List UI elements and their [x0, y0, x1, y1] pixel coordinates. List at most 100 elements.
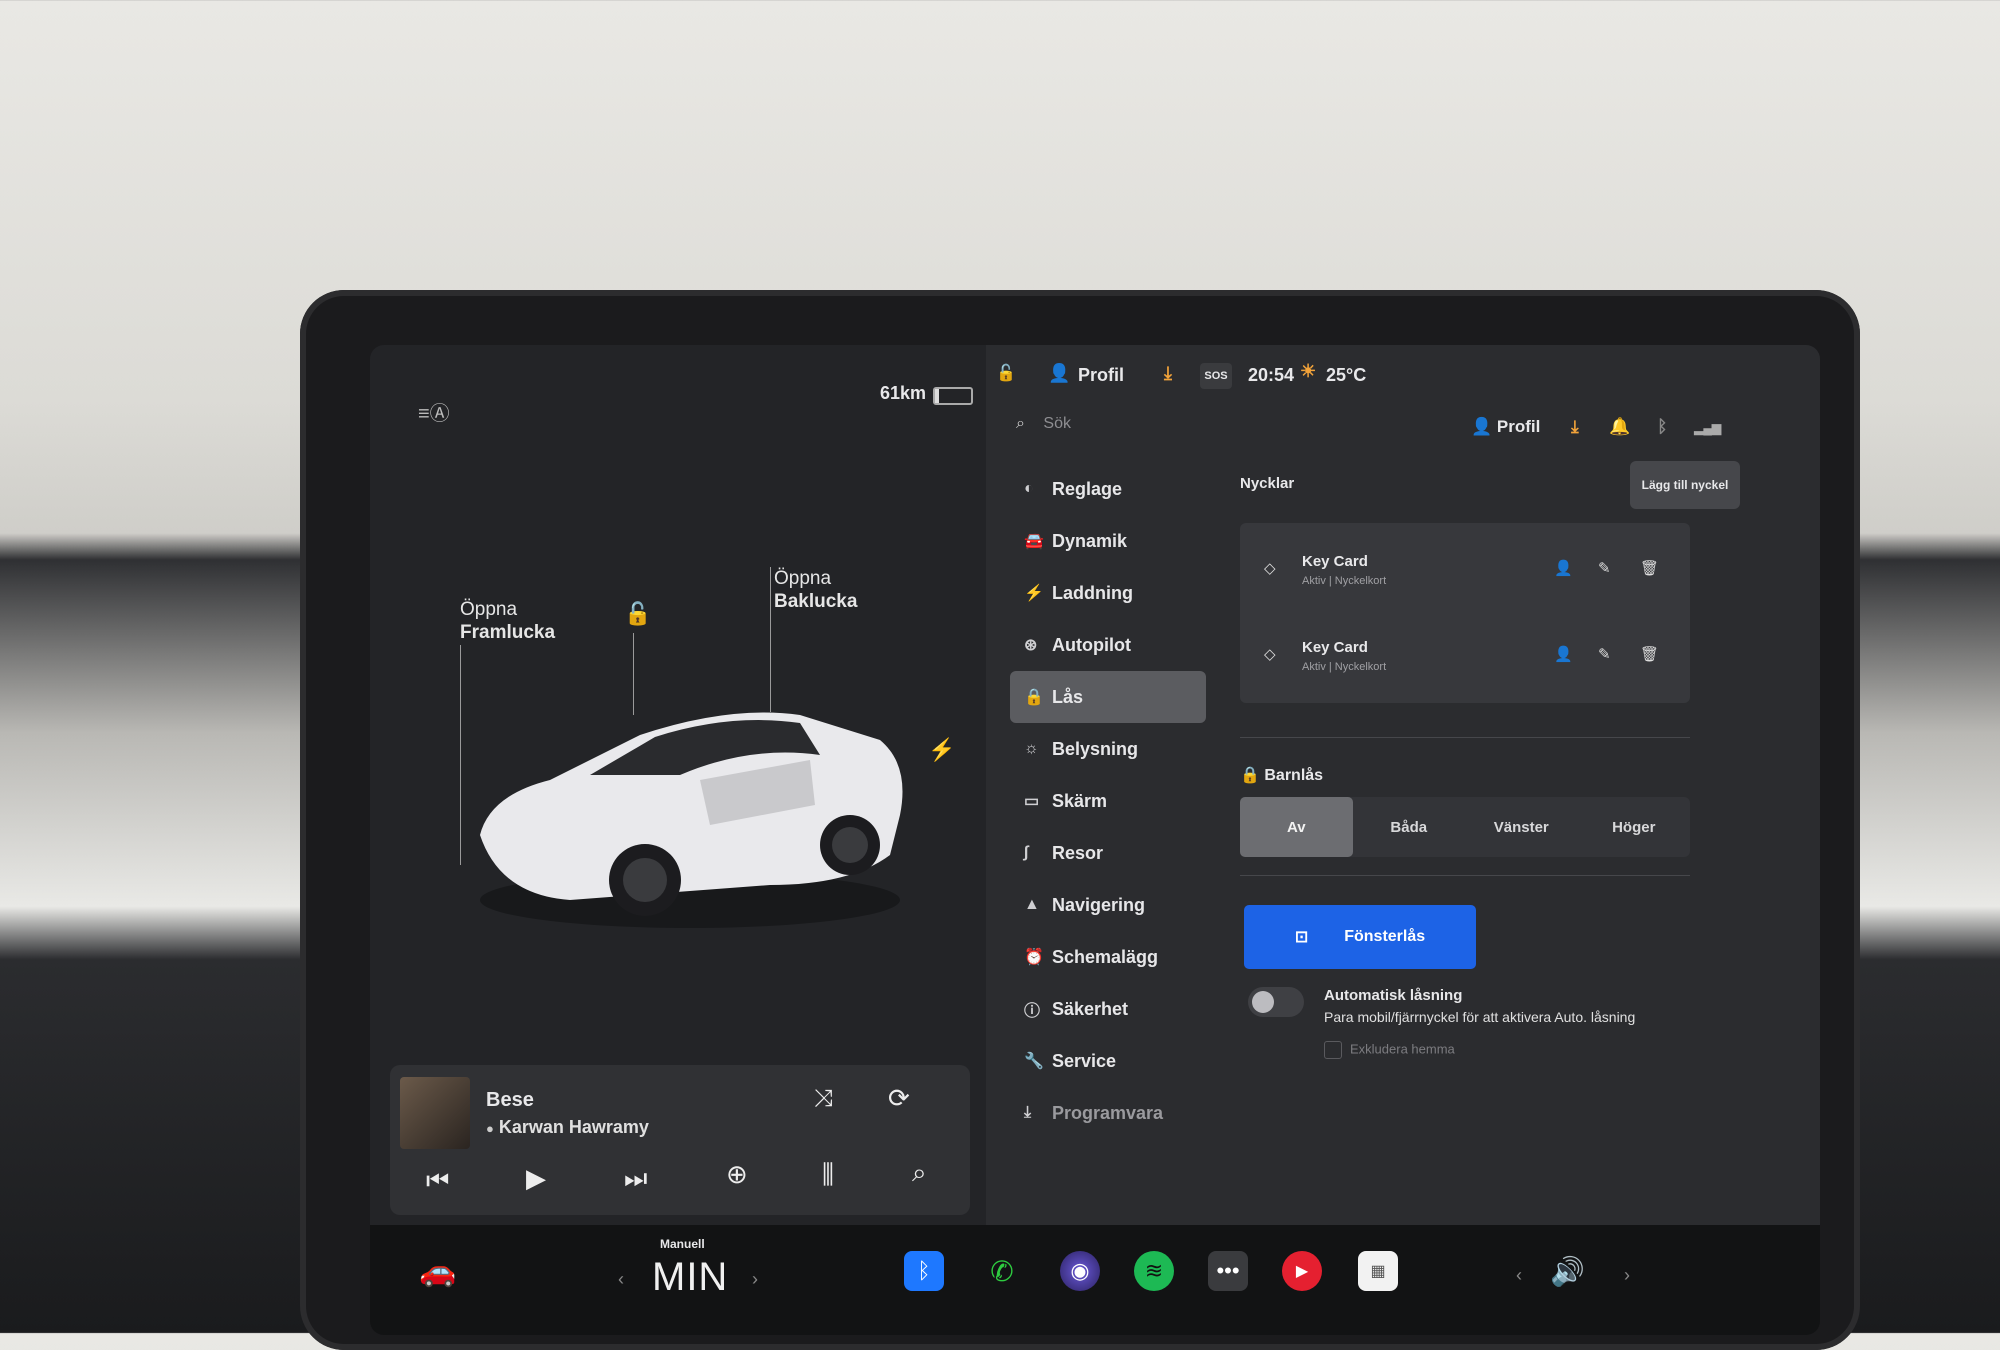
trash-icon[interactable]: 🗑 — [1640, 559, 1659, 577]
navigation-icon: ▲ — [1024, 896, 1040, 913]
menu-item-laddning[interactable]: ⚡ Laddning — [1010, 567, 1206, 619]
open-frunk-button[interactable]: Öppna Framlucka — [460, 598, 555, 644]
clock: 20:54 — [1248, 365, 1295, 385]
route-icon: ∫ — [1024, 844, 1029, 861]
display-icon: ▭ — [1024, 793, 1040, 810]
menu-item-las[interactable]: 🔒 Lås — [1010, 671, 1206, 723]
settings-profile-label[interactable]: Profil — [1497, 417, 1540, 436]
childlock-heading: 🔒 Barnlås — [1240, 765, 1323, 785]
edit-icon[interactable]: ✎ — [1598, 559, 1611, 577]
menu-item-dynamik[interactable]: 🚘 Dynamik — [1010, 515, 1206, 567]
album-art[interactable] — [400, 1077, 470, 1149]
menu-item-sakerhet[interactable]: ⓘ Säkerhet — [1010, 983, 1206, 1035]
childlock-label: Barnlås — [1264, 767, 1324, 784]
menu-item-programvara[interactable]: ⤓ Programvara — [1010, 1087, 1206, 1139]
signal-icon: ▂▄▆ — [1694, 421, 1722, 435]
menu-item-resor[interactable]: ∫ Resor — [1010, 827, 1206, 879]
more-apps-icon[interactable]: ••• — [1208, 1251, 1248, 1291]
person-icon[interactable]: 👤 — [1554, 645, 1573, 663]
bluetooth-icon[interactable]: ᛒ — [904, 1251, 944, 1291]
bottom-dock: 🚗 ‹ Manuell MIN › ᛒ ✆ ◉ ≋ ••• ▶ ▦ ‹ 🔊 › — [370, 1225, 1820, 1335]
childlock-option-hoger[interactable]: Höger — [1578, 797, 1691, 857]
range-readout: 61km — [880, 383, 927, 403]
edit-icon[interactable]: ✎ — [1598, 645, 1611, 663]
toggle-icon: ◐ — [1024, 480, 1034, 497]
search-bar[interactable]: ⌕ Sök — [1016, 415, 1071, 433]
media-search-icon[interactable]: ⌕ — [912, 1157, 927, 1189]
info-icon: ⓘ — [1024, 1003, 1041, 1020]
bluetooth-status-icon: ᛒ — [1657, 417, 1668, 436]
add-key-button[interactable]: Lägg till nyckel — [1630, 461, 1740, 509]
person-icon[interactable]: 👤 — [1554, 559, 1573, 577]
next-icon[interactable]: ⏭ — [624, 1163, 647, 1195]
open-trunk-button[interactable]: Öppna Baklucka — [774, 567, 857, 613]
wrench-icon: 🔧 — [1024, 1053, 1044, 1070]
menu-label: Laddning — [1052, 582, 1133, 603]
previous-icon[interactable]: ⏮ — [426, 1165, 449, 1197]
lock-status-icon[interactable]: 🔓 — [996, 363, 1016, 383]
spotify-icon[interactable]: ≋ — [1134, 1251, 1174, 1291]
exclude-home-checkbox[interactable]: Exkludera hemma — [1324, 1041, 1455, 1059]
artist-label: Karwan Hawramy — [498, 1117, 649, 1137]
charge-port-icon[interactable]: ⚡ — [928, 737, 955, 763]
trunk-label-line2: Baklucka — [774, 591, 858, 612]
menu-item-reglage[interactable]: ◐ Reglage — [1010, 463, 1206, 515]
divider — [1240, 737, 1690, 738]
key-item[interactable]: ◇ Key Card Aktiv | Nyckelkort 👤 ✎ 🗑 — [1264, 631, 1664, 681]
menu-label: Belysning — [1052, 738, 1139, 759]
menu-item-service[interactable]: 🔧 Service — [1010, 1035, 1206, 1087]
frunk-label-line2: Framlucka — [460, 622, 556, 643]
camera-icon[interactable]: ◉ — [1060, 1251, 1100, 1291]
auto-lock-toggle[interactable] — [1248, 987, 1304, 1017]
window-lock-button[interactable]: ⊡ Fönsterlås — [1244, 905, 1476, 969]
menu-item-skarm[interactable]: ▭ Skärm — [1010, 775, 1206, 827]
childlock-selector: Av Båda Vänster Höger — [1240, 797, 1690, 857]
car-icon[interactable]: 🚗 — [418, 1251, 458, 1291]
profile-icon[interactable]: 👤 — [1048, 363, 1070, 384]
media-app-icon[interactable]: ▶ — [1282, 1251, 1322, 1291]
battery-icon — [933, 387, 973, 405]
shuffle-icon[interactable]: ⤨ — [814, 1085, 833, 1113]
menu-label: Autopilot — [1052, 634, 1131, 655]
settings-profile-icon[interactable]: 👤 — [1471, 417, 1492, 436]
menu-item-belysning[interactable]: ☼ Belysning — [1010, 723, 1206, 775]
unlock-icon[interactable]: 🔓 — [624, 601, 651, 627]
sun-icon: ☼ — [1024, 740, 1039, 757]
repeat-icon[interactable]: ⟳ — [888, 1083, 910, 1114]
search-placeholder: Sök — [1043, 415, 1071, 432]
menu-label: Schemalägg — [1052, 946, 1159, 967]
menu-item-schemalagg[interactable]: ⏰ Schemalägg — [1010, 931, 1206, 983]
childlock-icon: 🔒 — [1240, 767, 1260, 784]
childlock-option-av[interactable]: Av — [1240, 797, 1353, 857]
phone-icon[interactable]: ✆ — [982, 1251, 1022, 1291]
bolt-icon: ⚡ — [1024, 585, 1044, 602]
childlock-option-bada[interactable]: Båda — [1353, 797, 1466, 857]
play-icon[interactable]: ▶ — [526, 1163, 546, 1194]
sos-button[interactable]: SOS — [1200, 363, 1232, 389]
download-icon[interactable]: ⤓ — [1164, 363, 1172, 384]
settings-download-icon[interactable]: ⤓ — [1571, 417, 1579, 436]
volume-chevron-right-icon[interactable]: › — [1624, 1265, 1630, 1286]
auto-headlight-icon[interactable]: ≡Ⓐ — [418, 397, 450, 426]
volume-icon[interactable]: 🔊 — [1550, 1255, 1585, 1288]
key-status: Aktiv | Nyckelkort — [1302, 575, 1387, 587]
settings-pane: 🔓 👤 Profil ⤓ SOS 20:54 ☀ 25°C ⌕ Sök 👤 Pr… — [986, 345, 1820, 1225]
menu-item-navigering[interactable]: ▲ Navigering — [1010, 879, 1206, 931]
trash-icon[interactable]: 🗑 — [1640, 645, 1659, 663]
chevron-left-icon[interactable]: ‹ — [618, 1269, 624, 1290]
equalizer-icon[interactable]: ⫼ — [822, 1159, 834, 1191]
add-icon[interactable]: ⊕ — [726, 1159, 748, 1190]
key-item[interactable]: ◇ Key Card Aktiv | Nyckelkort 👤 ✎ 🗑 — [1264, 545, 1664, 595]
bell-icon[interactable]: 🔔 — [1609, 417, 1630, 436]
auto-lock-title: Automatisk låsning — [1324, 987, 1463, 1004]
key-name: Key Card — [1302, 553, 1368, 570]
chevron-right-icon[interactable]: › — [752, 1269, 758, 1290]
outside-temperature: 25°C — [1326, 365, 1367, 385]
calendar-icon[interactable]: ▦ — [1358, 1251, 1398, 1291]
menu-item-autopilot[interactable]: ⊛ Autopilot — [1010, 619, 1206, 671]
key-name: Key Card — [1302, 639, 1368, 656]
climate-fan-value[interactable]: MIN — [652, 1255, 728, 1300]
childlock-option-vanster[interactable]: Vänster — [1465, 797, 1578, 857]
volume-chevron-left-icon[interactable]: ‹ — [1516, 1265, 1522, 1286]
profile-label[interactable]: Profil — [1078, 365, 1124, 386]
